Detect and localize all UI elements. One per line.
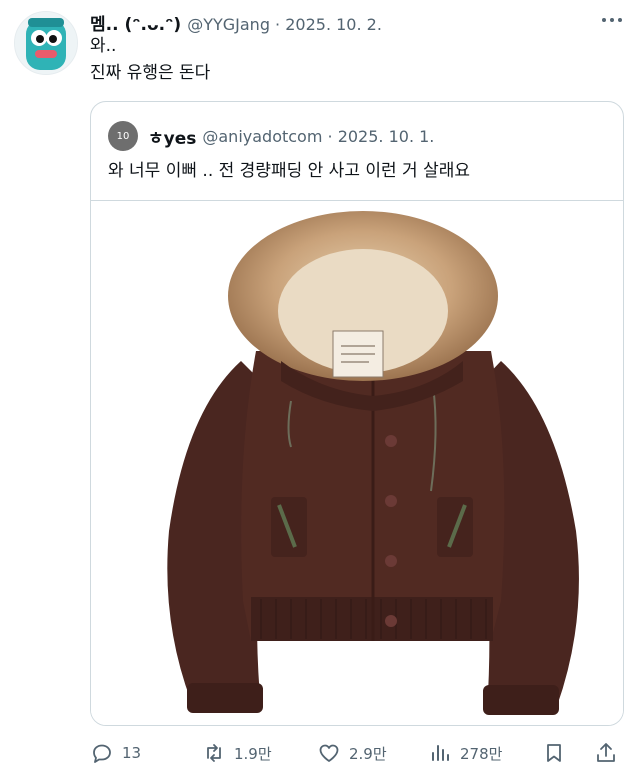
views-count: 278만: [460, 744, 503, 763]
tweet-action-bar: 13 1.9만 2.9만 278만: [90, 738, 624, 768]
share-icon: [597, 743, 615, 762]
reply-icon: [93, 744, 111, 763]
views-button[interactable]: 278만: [428, 738, 502, 768]
quoted-tweet-image[interactable]: [91, 200, 623, 725]
tweet-text-line-1: 와..: [90, 36, 117, 56]
reply-button[interactable]: 13: [90, 738, 141, 768]
bookmark-icon: [547, 744, 561, 762]
like-count: 2.9만: [349, 744, 387, 763]
retweet-icon: [207, 744, 221, 762]
like-button[interactable]: 2.9만: [317, 738, 387, 768]
retweet-count: 1.9만: [234, 744, 272, 763]
more-icon: [602, 18, 622, 22]
share-button[interactable]: [594, 738, 626, 768]
author-handle-date[interactable]: @YYGJang · 2025. 10. 2.: [187, 15, 382, 34]
author-avatar[interactable]: [14, 11, 78, 75]
author-name[interactable]: 멤.. (ᵔ.ᴗ.ᵔ): [90, 10, 181, 35]
views-icon: [432, 745, 449, 761]
bookmark-button[interactable]: [542, 738, 574, 768]
avatar-character-image: [15, 12, 77, 74]
quoted-author-handle-date[interactable]: @aniyadotcom · 2025. 10. 1.: [202, 127, 434, 146]
quoted-tweet[interactable]: 10 ㅎyes @aniyadotcom · 2025. 10. 1. 와 너무…: [90, 101, 624, 726]
tweet-header: 멤.. (ᵔ.ᴗ.ᵔ) @YYGJang · 2025. 10. 2.: [90, 10, 382, 35]
like-icon: [319, 744, 339, 762]
more-button[interactable]: [600, 10, 624, 30]
quoted-tweet-header: 10 ㅎyes @aniyadotcom · 2025. 10. 1.: [108, 121, 434, 151]
quoted-tweet-text: 와 너무 이뻐 .. 전 경량패딩 안 사고 이런 거 살래요: [108, 161, 471, 181]
retweet-button[interactable]: 1.9만: [202, 738, 272, 768]
quoted-author-avatar[interactable]: 10: [108, 121, 138, 151]
brown-jacket-image: [167, 211, 579, 715]
quoted-author-name[interactable]: ㅎyes: [148, 124, 196, 149]
tweet-text-line-2: 진짜 유행은 돈다: [90, 63, 211, 83]
reply-count: 13: [122, 744, 142, 762]
